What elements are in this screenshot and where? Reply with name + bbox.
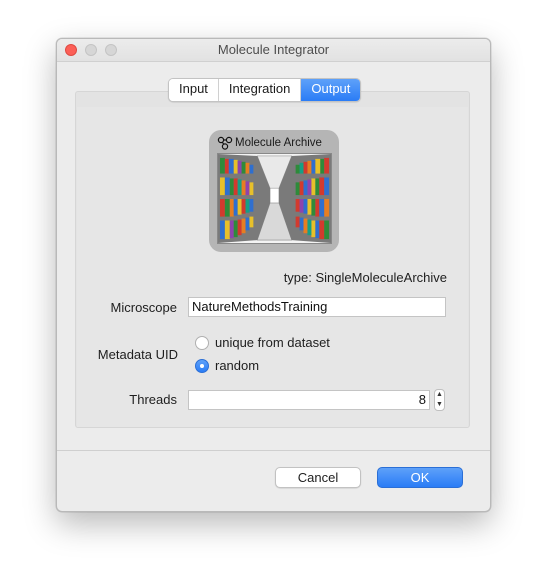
minimize-window-button[interactable] <box>85 44 97 56</box>
tab-input[interactable]: Input <box>169 79 219 101</box>
radio-label-unique: unique from dataset <box>215 335 330 350</box>
threads-field[interactable]: 8 <box>188 390 430 410</box>
window-title: Molecule Integrator <box>217 42 330 57</box>
archive-type-text: type: SingleMoleculeArchive <box>283 270 447 285</box>
threads-stepper[interactable]: ▲ ▼ <box>434 389 445 411</box>
bookshelves-image <box>217 153 332 244</box>
radio-button-random[interactable] <box>195 358 209 373</box>
microscope-label: Microscope <box>110 300 177 315</box>
tab-output[interactable]: Output <box>301 79 361 101</box>
footer-divider <box>57 450 490 451</box>
zoom-window-button[interactable] <box>105 44 117 56</box>
dialog-window: Molecule Integrator Input Integration Ou… <box>56 38 491 512</box>
radio-button-unique[interactable] <box>195 335 209 350</box>
molecule-archive-tile: Molecule Archive <box>209 130 339 252</box>
radio-unique-from-dataset[interactable]: unique from dataset <box>195 335 330 350</box>
threads-label: Threads <box>129 392 177 407</box>
stepper-up-icon[interactable]: ▲ <box>435 390 444 400</box>
stepper-down-icon[interactable]: ▼ <box>435 400 444 410</box>
radio-random[interactable]: random <box>195 358 259 373</box>
title-bar[interactable]: Molecule Integrator <box>57 39 490 62</box>
close-window-button[interactable] <box>65 44 77 56</box>
metadata-uid-label: Metadata UID <box>97 347 178 362</box>
radio-label-random: random <box>215 358 260 373</box>
cancel-button[interactable]: Cancel <box>275 467 361 488</box>
archive-label: Molecule Archive <box>235 137 322 149</box>
ok-button[interactable]: OK <box>377 467 463 488</box>
microscope-field[interactable]: NatureMethodsTraining <box>188 297 446 317</box>
tab-bar: Input Integration Output <box>168 78 362 102</box>
molecule-icon <box>217 136 233 150</box>
tab-integration[interactable]: Integration <box>218 79 302 101</box>
